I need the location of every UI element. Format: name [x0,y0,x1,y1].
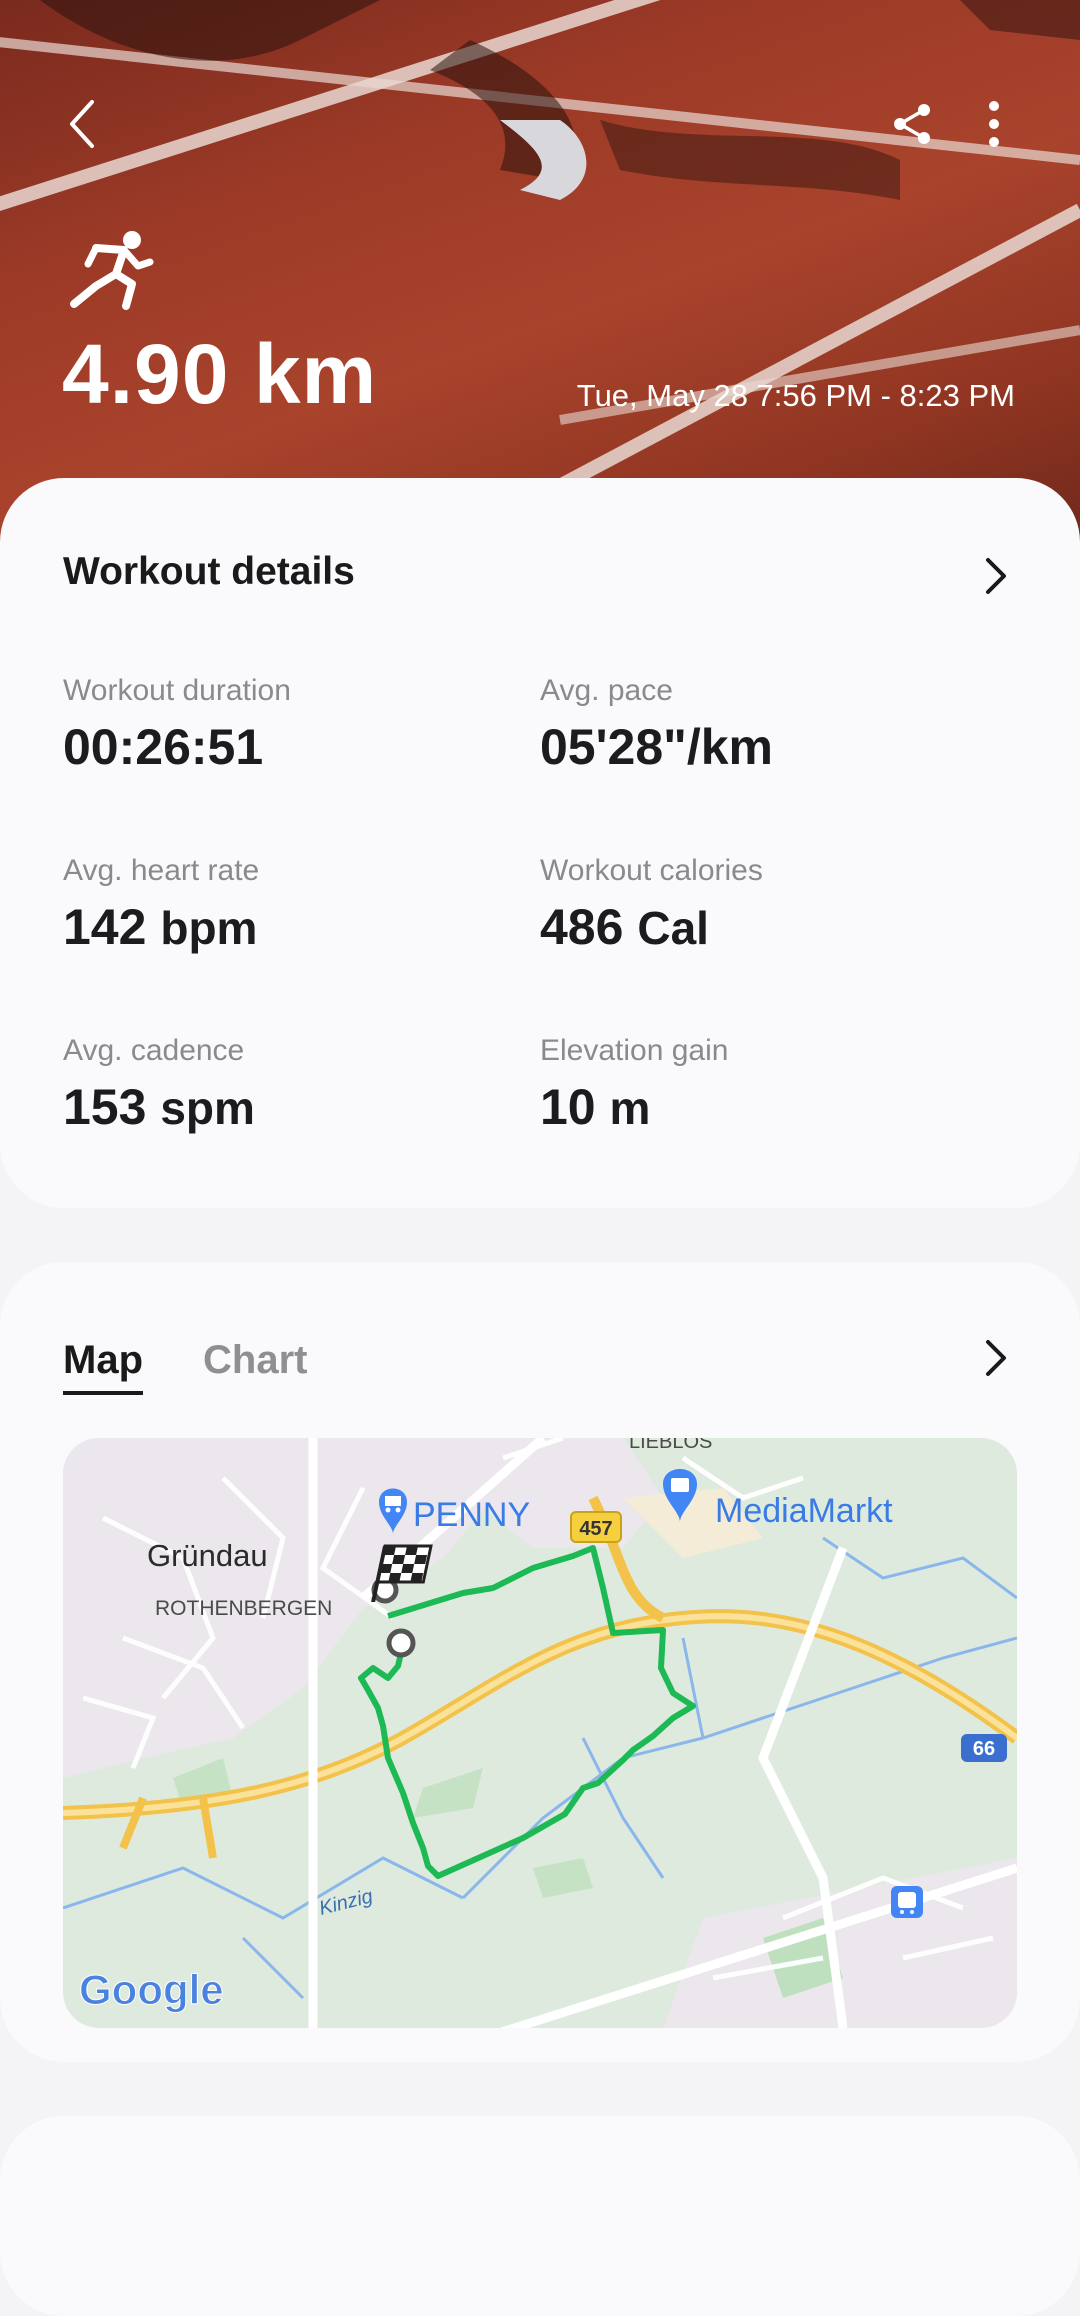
stat-workout-duration: Workout duration 00:26:51 [63,674,483,776]
stat-label: Workout calories [540,854,763,887]
road-label-457: 457 [579,1518,612,1540]
back-button[interactable] [42,84,122,164]
stat-value: 10 m [540,1079,651,1135]
chevron-right-icon[interactable] [974,1336,1018,1380]
stat-elevation-gain: Elevation gain 10 m [540,1034,960,1136]
running-person-icon [70,231,154,310]
workout-details-card: Workout details Workout duration 00:26:5… [0,478,1080,1208]
tab-map[interactable]: Map [63,1338,143,1395]
stat-workout-calories: Workout calories 486 Cal [540,854,960,956]
map-label-district: ROTHENBERGEN [155,1597,332,1620]
google-logo: Google [79,1966,224,2013]
train-station-icon [891,1886,923,1918]
workout-datetime: Tue, May 28 7:56 PM - 8:23 PM [576,378,1015,413]
stat-label: Workout duration [63,674,291,707]
tab-chart[interactable]: Chart [203,1338,307,1383]
map-card: Map Chart Gründau ROTHENBERGEN LIEBLOS P… [0,1262,1080,2062]
stat-value: 05'28"/km [540,719,773,775]
more-vertical-icon [989,101,999,147]
stat-value: 00:26:51 [63,719,264,775]
stat-label: Avg. cadence [63,1034,245,1067]
start-point-marker [386,1628,416,1658]
chevron-right-icon[interactable] [974,554,1018,598]
distance-value: 4.90 km [62,327,378,421]
hero-banner: 4.90 km Tue, May 28 7:56 PM - 8:23 PM [0,0,1080,560]
road-label-66: 66 [973,1738,995,1760]
stat-avg-cadence: Avg. cadence 153 spm [63,1034,483,1136]
stat-label: Avg. pace [540,674,673,707]
route-map[interactable]: Gründau ROTHENBERGEN LIEBLOS PENNY Media… [63,1438,1017,2028]
stat-label: Elevation gain [540,1034,729,1067]
map-label-store2: MediaMarkt [715,1492,893,1530]
map-label-river: Kinzig [317,1885,375,1920]
stat-value: 153 spm [63,1079,255,1135]
stat-value: 486 Cal [540,899,709,955]
map-canvas: Gründau ROTHENBERGEN LIEBLOS PENNY Media… [63,1438,1017,2028]
map-label-town: Gründau [147,1538,268,1573]
stat-value: 142 bpm [63,899,258,955]
map-label-store1: PENNY [413,1496,530,1534]
map-label-north: LIEBLOS [629,1438,712,1453]
share-icon [894,104,930,144]
workout-details-title: Workout details [63,550,355,593]
stat-avg-pace: Avg. pace 05'28"/km [540,674,960,776]
stat-avg-heart-rate: Avg. heart rate 142 bpm [63,854,483,956]
next-card [0,2116,1080,2316]
share-button[interactable] [872,84,952,164]
back-arrow-icon [70,100,94,148]
more-options-button[interactable] [954,84,1034,164]
stat-label: Avg. heart rate [63,854,260,887]
